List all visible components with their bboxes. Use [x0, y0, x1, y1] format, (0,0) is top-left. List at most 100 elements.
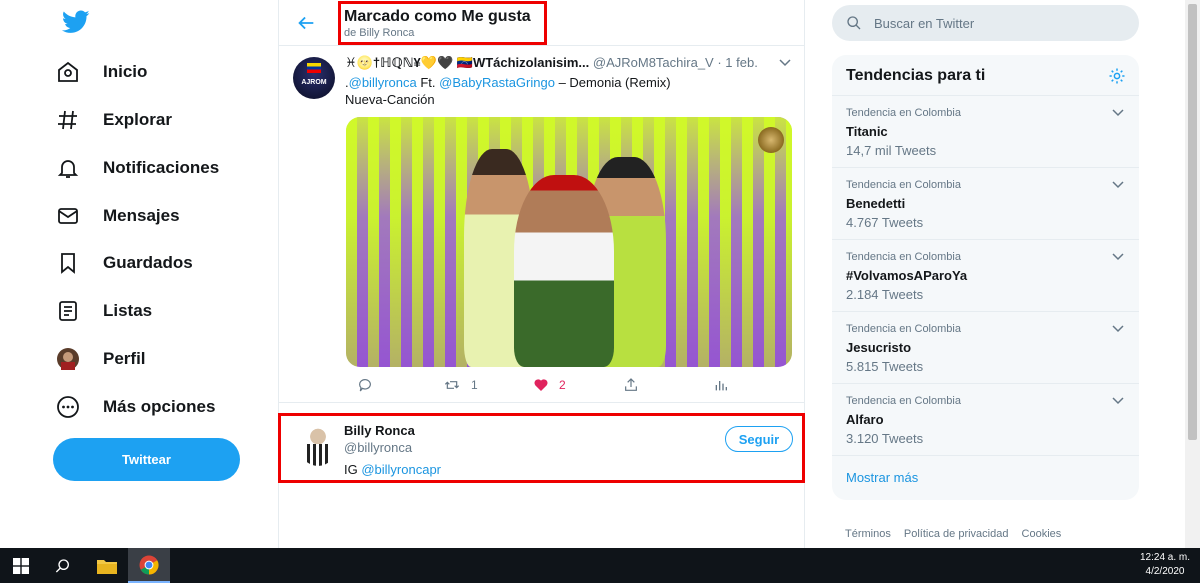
start-button[interactable]	[0, 548, 42, 583]
media-badge-icon	[758, 127, 784, 153]
retweet-button[interactable]: 1	[443, 375, 478, 395]
media-figure	[514, 175, 614, 367]
windows-logo-icon	[13, 557, 29, 574]
trend-topic: #VolvamosAParoYa	[846, 268, 968, 283]
like-button[interactable]: 2	[533, 375, 566, 395]
tweet[interactable]: AJROM ♓🌝†ℍℚℕ¥💛🖤 🇻🇪WTáchizolanisim... @AJ…	[279, 47, 805, 403]
analytics-icon	[715, 381, 727, 391]
nav-label: Perfil	[103, 349, 146, 368]
footer-links: Términos Política de privacidad Cookies	[845, 528, 1071, 540]
tweet-media-image[interactable]	[346, 117, 792, 367]
trend-item[interactable]: Tendencia en Colombia Titanic 14,7 mil T…	[832, 95, 1139, 167]
analytics-button[interactable]	[713, 375, 729, 395]
nav-label: Guardados	[103, 253, 193, 272]
mention-link[interactable]: @BabyRastaGringo	[439, 75, 555, 90]
tweet-date[interactable]: · 1 feb.	[717, 55, 757, 70]
page-header: Marcado como Me gusta de Billy Ronca	[279, 0, 805, 46]
scrollbar-thumb[interactable]	[1188, 4, 1197, 440]
bookmark-icon	[56, 249, 92, 277]
home-icon	[56, 58, 92, 86]
nav-item-guardados[interactable]: Guardados	[56, 243, 193, 283]
chevron-down-icon[interactable]	[1112, 108, 1124, 118]
reply-button[interactable]	[357, 375, 373, 395]
trend-count: 2.184 Tweets	[846, 287, 924, 302]
bio-link[interactable]: @billyroncapr	[361, 462, 441, 477]
nav-item-listas[interactable]: Listas	[56, 291, 152, 331]
tweet-text-suffix: – Demonia (Remix)	[554, 75, 671, 90]
back-arrow-icon[interactable]	[295, 12, 317, 34]
nav-item-mas-opciones[interactable]: Más opciones	[56, 387, 215, 427]
reply-icon	[359, 379, 371, 392]
list-icon	[56, 297, 92, 325]
tweet-text-line2: Nueva-Canción	[345, 92, 435, 107]
user-avatar[interactable]	[299, 424, 337, 466]
follow-button[interactable]: Seguir	[725, 426, 793, 452]
clock-date: 4/2/2020	[1145, 566, 1185, 577]
flag-icon	[307, 63, 321, 73]
nav-item-inicio[interactable]: Inicio	[56, 52, 147, 92]
search-box[interactable]	[832, 5, 1139, 41]
divider	[832, 455, 1139, 456]
chevron-down-icon[interactable]	[1112, 396, 1124, 406]
trend-context: Tendencia en Colombia	[846, 323, 961, 335]
heart-filled-icon	[534, 379, 548, 391]
nav-label: Listas	[103, 301, 153, 320]
search-icon	[55, 558, 69, 572]
taskbar-search-button[interactable]	[42, 548, 84, 583]
twitter-logo-icon[interactable]	[62, 10, 90, 34]
show-more-link[interactable]: Mostrar más	[846, 470, 918, 485]
highlighted-user-card[interactable]: Billy Ronca @billyronca IG @billyroncapr…	[278, 413, 805, 483]
search-input[interactable]	[874, 15, 1114, 31]
tweet-actions: 1 2	[345, 375, 785, 395]
chevron-down-icon[interactable]	[1112, 180, 1124, 190]
highlighted-title: Marcado como Me gusta de Billy Ronca	[338, 1, 547, 45]
bell-icon	[56, 154, 92, 182]
trend-count: 14,7 mil Tweets	[846, 143, 937, 158]
search-icon	[847, 16, 861, 30]
bio-prefix: IG	[344, 462, 362, 477]
nav-label: Inicio	[103, 62, 148, 81]
cookies-link[interactable]: Cookies	[1022, 528, 1062, 540]
clock-time: 12:24 a. m.	[1139, 552, 1191, 563]
chrome-taskbar-button[interactable]	[128, 548, 170, 583]
tweet-avatar[interactable]: AJROM	[293, 57, 335, 99]
trend-item[interactable]: Tendencia en Colombia #VolvamosAParoYa 2…	[832, 239, 1139, 311]
terms-link[interactable]: Términos	[845, 528, 891, 540]
trend-item[interactable]: Tendencia en Colombia Jesucristo 5.815 T…	[832, 311, 1139, 383]
scrollbar[interactable]	[1185, 0, 1200, 548]
avatar-shirt	[307, 444, 329, 466]
chevron-down-icon[interactable]	[779, 58, 791, 68]
nav-item-perfil[interactable]: Perfil	[56, 339, 146, 379]
trends-panel: Tendencias para ti Tendencia en Colombia…	[832, 55, 1139, 500]
mention-link[interactable]: @billyronca	[349, 75, 417, 90]
trend-context: Tendencia en Colombia	[846, 251, 961, 263]
file-explorer-button[interactable]	[86, 548, 128, 583]
tweet-username[interactable]: ♓🌝†ℍℚℕ¥💛🖤 🇻🇪WTáchizolanisim...	[345, 55, 589, 70]
nav-label: Mensajes	[103, 206, 180, 225]
main-column: Marcado como Me gusta de Billy Ronca AJR…	[278, 0, 805, 548]
page-title: Marcado como Me gusta	[344, 8, 531, 25]
nav-label: Explorar	[103, 110, 172, 129]
trend-count: 3.120 Tweets	[846, 431, 924, 446]
privacy-link[interactable]: Política de privacidad	[904, 528, 1009, 540]
nav-item-notificaciones[interactable]: Notificaciones	[56, 148, 219, 188]
chevron-down-icon[interactable]	[1112, 324, 1124, 334]
chevron-down-icon[interactable]	[1112, 252, 1124, 262]
retweet-icon	[444, 381, 460, 389]
avatar-text: AJROM	[301, 79, 327, 86]
share-icon	[625, 378, 637, 391]
trend-context: Tendencia en Colombia	[846, 395, 961, 407]
tweet-button[interactable]: Twittear	[53, 438, 240, 481]
trend-context: Tendencia en Colombia	[846, 179, 961, 191]
tweet-header: ♓🌝†ℍℚℕ¥💛🖤 🇻🇪WTáchizolanisim... @AJRoM8Ta…	[345, 55, 785, 73]
tweet-handle[interactable]: @AJRoM8Tachira_V	[593, 55, 714, 70]
nav-item-mensajes[interactable]: Mensajes	[56, 196, 180, 236]
share-button[interactable]	[623, 375, 639, 395]
gear-icon[interactable]	[1108, 67, 1126, 85]
nav-item-explorar[interactable]: Explorar	[56, 100, 172, 140]
user-name[interactable]: Billy Ronca	[344, 423, 415, 438]
trend-item[interactable]: Tendencia en Colombia Benedetti 4.767 Tw…	[832, 167, 1139, 239]
trend-topic: Titanic	[846, 124, 888, 139]
system-clock[interactable]: 12:24 a. m. 4/2/2020	[1135, 551, 1195, 579]
trend-item[interactable]: Tendencia en Colombia Alfaro 3.120 Tweet…	[832, 383, 1139, 455]
